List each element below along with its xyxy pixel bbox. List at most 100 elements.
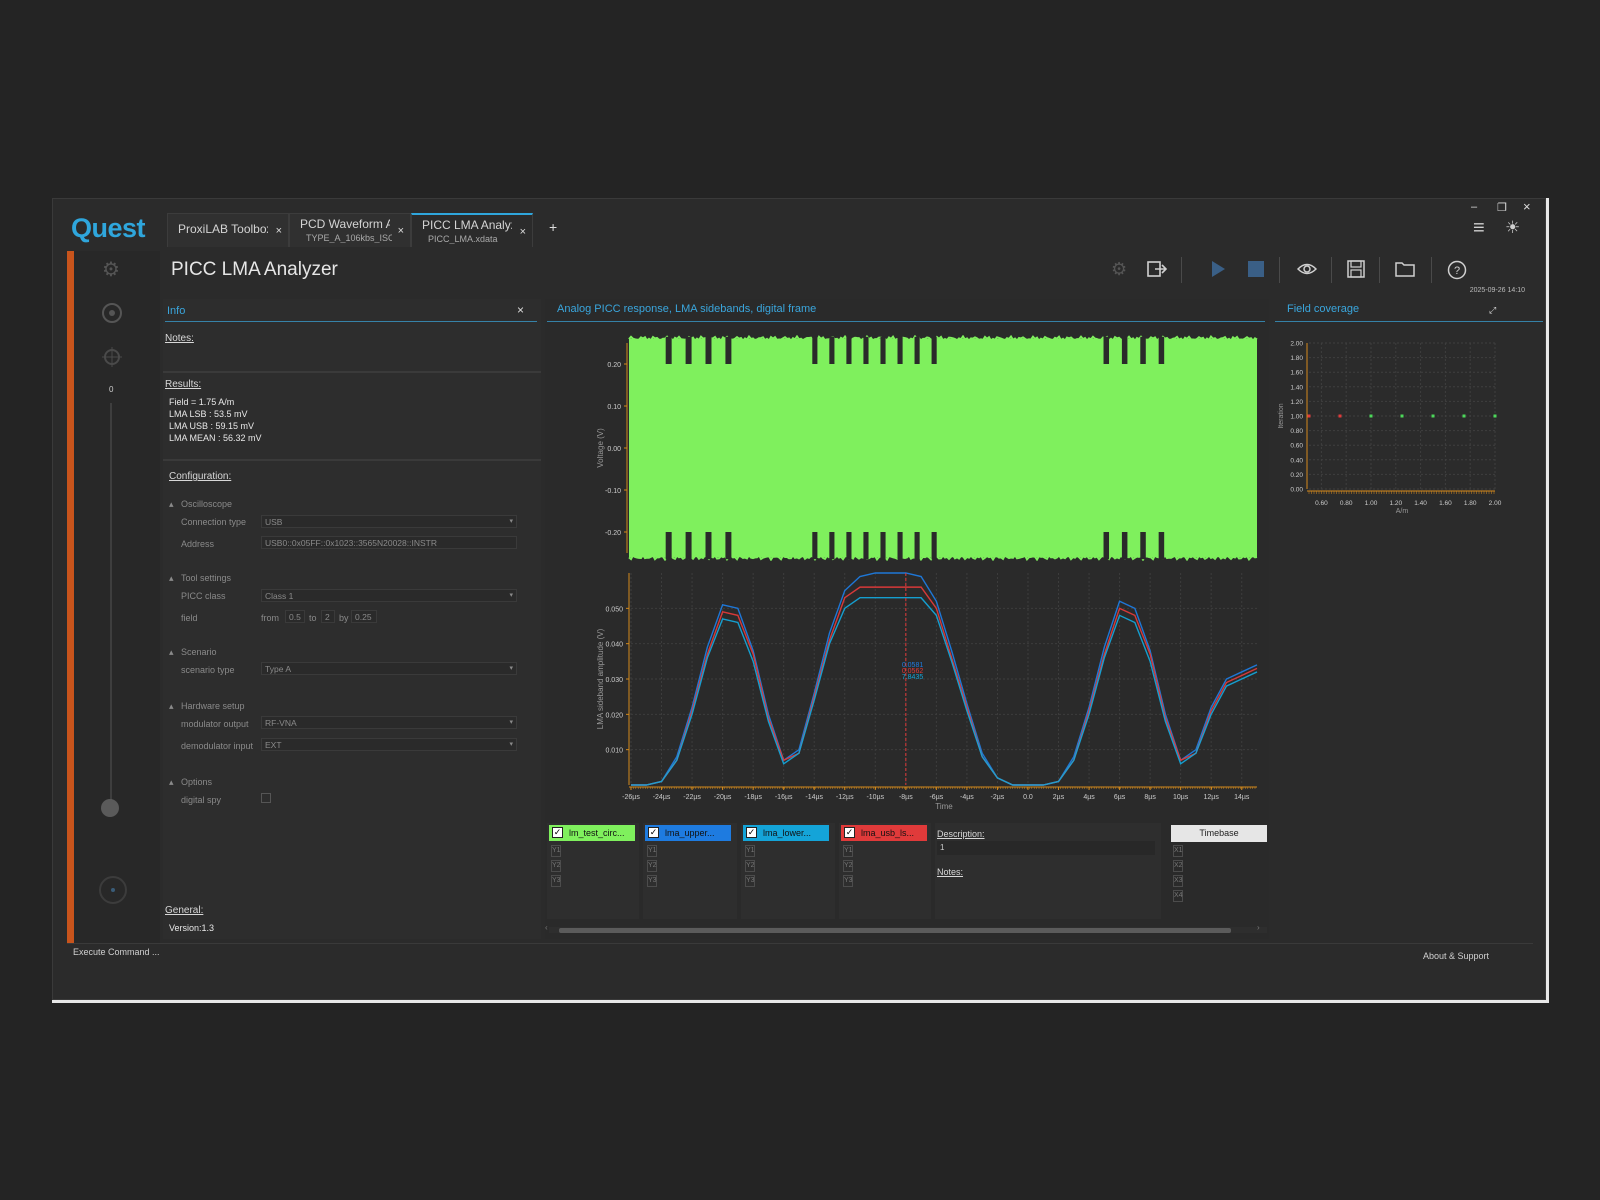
y-axis-assign-box[interactable]: Y2 bbox=[745, 860, 755, 872]
series-checkbox[interactable]: ✓ bbox=[844, 827, 855, 838]
expand-icon[interactable]: ⤢ bbox=[1489, 305, 1496, 316]
y-tick-label: 2.00 bbox=[1290, 341, 1303, 348]
y-axis-assign-box[interactable]: Y1 bbox=[843, 845, 853, 857]
eye-icon[interactable] bbox=[1297, 260, 1317, 278]
collapse-hardware-icon[interactable]: ▴ bbox=[169, 701, 174, 712]
about-support-link[interactable]: About & Support bbox=[1423, 951, 1489, 961]
scroll-left-icon[interactable]: ‹ bbox=[545, 923, 548, 932]
y-tick-label: -0.20 bbox=[605, 530, 621, 537]
collapse-oscilloscope-icon[interactable]: ▴ bbox=[169, 499, 174, 510]
toolbar-separator bbox=[1279, 257, 1280, 283]
series-checkbox[interactable]: ✓ bbox=[746, 827, 757, 838]
legend-series-chip[interactable]: ✓ lm_test_circ... bbox=[549, 825, 635, 841]
legend-series-chip[interactable]: ✓ lma_usb_ls... bbox=[841, 825, 927, 841]
restore-button[interactable]: ❐ bbox=[1497, 201, 1507, 214]
theme-toggle-icon[interactable]: ☀ bbox=[1505, 218, 1520, 238]
digital-spy-checkbox[interactable] bbox=[261, 793, 271, 803]
series-checkbox[interactable]: ✓ bbox=[552, 827, 563, 838]
connection-type-select[interactable]: USB ▾ bbox=[261, 515, 517, 528]
legend-series-chip[interactable]: ✓ lma_upper... bbox=[645, 825, 731, 841]
field-coverage-chart[interactable]: 2.00 1.80 1.60 1.40 1.20 1.00 0.80 0.60 0.40 0.20… bbox=[1273, 329, 1545, 529]
collapse-options-icon[interactable]: ▴ bbox=[169, 777, 174, 788]
x-axis-assign-box[interactable]: X1 bbox=[1173, 845, 1183, 857]
series-checkbox[interactable]: ✓ bbox=[648, 827, 659, 838]
play-icon[interactable] bbox=[1209, 260, 1227, 278]
stop-icon[interactable] bbox=[1247, 260, 1265, 278]
folder-icon[interactable] bbox=[1395, 261, 1415, 277]
y-axis-assign-box[interactable]: Y3 bbox=[745, 875, 755, 887]
collapse-tool-settings-icon[interactable]: ▴ bbox=[169, 573, 174, 584]
coverage-point bbox=[1431, 414, 1435, 418]
field-to-input[interactable]: 2 bbox=[321, 610, 335, 623]
target-icon[interactable] bbox=[100, 301, 124, 325]
timebase-button[interactable]: Timebase bbox=[1171, 825, 1267, 842]
y-tick-label: 1.00 bbox=[1290, 414, 1303, 421]
x-axis-assign-box[interactable]: X2 bbox=[1173, 860, 1183, 872]
scenario-type-select[interactable]: Type A ▾ bbox=[261, 662, 517, 675]
frame-notch-bottom bbox=[1158, 532, 1165, 560]
y-axis-assign-box[interactable]: Y3 bbox=[551, 875, 561, 887]
close-window-button[interactable]: × bbox=[1523, 199, 1531, 214]
y-axis-assign-box[interactable]: Y2 bbox=[647, 860, 657, 872]
window-edge-bottom bbox=[52, 1000, 1549, 1003]
gear-icon[interactable]: ⚙ bbox=[1111, 259, 1127, 280]
tab-close-icon[interactable]: × bbox=[520, 226, 526, 238]
y-axis-assign-box[interactable]: Y3 bbox=[843, 875, 853, 887]
x-tick-label: -16µs bbox=[775, 794, 793, 801]
x-axis-assign-box[interactable]: X4 bbox=[1173, 890, 1183, 902]
crosshair-icon[interactable] bbox=[102, 347, 122, 367]
save-icon[interactable] bbox=[1347, 260, 1365, 278]
y-axis-label: LMA sideband amplitude (V) bbox=[596, 628, 605, 729]
scrollbar-thumb[interactable] bbox=[559, 928, 1231, 933]
address-input[interactable]: USB0::0x05FF::0x1023::3565N20028::INSTR bbox=[261, 536, 517, 549]
x-tick-label: 1.00 bbox=[1365, 500, 1378, 507]
menu-icon[interactable]: ≡ bbox=[1473, 217, 1485, 240]
collapse-scenario-icon[interactable]: ▴ bbox=[169, 647, 174, 658]
record-icon[interactable] bbox=[98, 875, 128, 905]
scenario-type-value: Type A bbox=[265, 664, 291, 674]
export-icon[interactable] bbox=[1147, 260, 1167, 278]
chevron-down-icon: ▾ bbox=[509, 741, 513, 748]
add-tab-button[interactable]: + bbox=[549, 219, 557, 235]
minimize-button[interactable]: – bbox=[1471, 201, 1477, 213]
modulator-output-select[interactable]: RF-VNA ▾ bbox=[261, 716, 517, 729]
tab-proxilab-toolbox[interactable]: ProxiLAB Toolbox × bbox=[167, 213, 289, 247]
x-tick-label: 1.40 bbox=[1414, 500, 1427, 507]
vertical-slider-track[interactable] bbox=[110, 403, 112, 813]
address-value: USB0::0x05FF::0x1023::3565N20028::INSTR bbox=[265, 538, 437, 548]
frame-notch-bottom bbox=[931, 532, 937, 560]
voltage-chart[interactable]: 0.20 0.10 0.00 -0.10 -0.20 Voltage (V) bbox=[539, 335, 1269, 561]
help-icon[interactable]: ? bbox=[1447, 260, 1467, 280]
description-input[interactable]: 1 bbox=[937, 841, 1155, 855]
frame-notch-top bbox=[1121, 336, 1128, 364]
scroll-right-icon[interactable]: › bbox=[1257, 923, 1260, 932]
y-axis-assign-box[interactable]: Y3 bbox=[647, 875, 657, 887]
tab-close-icon[interactable]: × bbox=[398, 225, 404, 237]
x-tick-label: -18µs bbox=[744, 794, 762, 801]
window-edge-right bbox=[1546, 198, 1549, 1002]
sideband-chart[interactable]: 0.050 0.040 0.030 0.020 0.010 -26µs -24µs -22µs… bbox=[539, 565, 1269, 821]
y-axis-assign-box[interactable]: Y1 bbox=[551, 845, 561, 857]
y-axis-assign-box[interactable]: Y1 bbox=[745, 845, 755, 857]
settings-icon[interactable]: ⚙ bbox=[102, 257, 120, 282]
y-tick-label: -0.10 bbox=[605, 488, 621, 495]
field-from-input[interactable]: 0.5 bbox=[285, 610, 305, 623]
info-close-icon[interactable]: × bbox=[517, 303, 524, 317]
y-axis-assign-box[interactable]: Y1 bbox=[647, 845, 657, 857]
tab-pcd-waveform[interactable]: PCD Waveform A TYPE_A_106kbs_ISO_ × bbox=[289, 213, 411, 247]
field-by-input[interactable]: 0.25 bbox=[351, 610, 377, 623]
x-axis-assign-box[interactable]: X3 bbox=[1173, 875, 1183, 887]
vertical-slider-knob[interactable] bbox=[101, 799, 119, 817]
x-tick-label: 2.00 bbox=[1489, 500, 1502, 507]
series-line bbox=[631, 586, 1258, 786]
y-axis-assign-box[interactable]: Y2 bbox=[843, 860, 853, 872]
tab-close-icon[interactable]: × bbox=[276, 225, 282, 237]
execute-command-button[interactable]: Execute Command ... bbox=[73, 947, 160, 957]
demodulator-input-select[interactable]: EXT ▾ bbox=[261, 738, 517, 751]
x-tick-label: -4µs bbox=[960, 794, 974, 801]
y-axis-assign-box[interactable]: Y2 bbox=[551, 860, 561, 872]
legend-series-chip[interactable]: ✓ lma_lower... bbox=[743, 825, 829, 841]
timestamp: 2025-09-26 14:10 bbox=[1469, 287, 1525, 294]
tab-picc-lma-analyzer[interactable]: PICC LMA Analyz PICC_LMA.xdata × bbox=[411, 213, 533, 247]
picc-class-select[interactable]: Class 1 ▾ bbox=[261, 589, 517, 602]
